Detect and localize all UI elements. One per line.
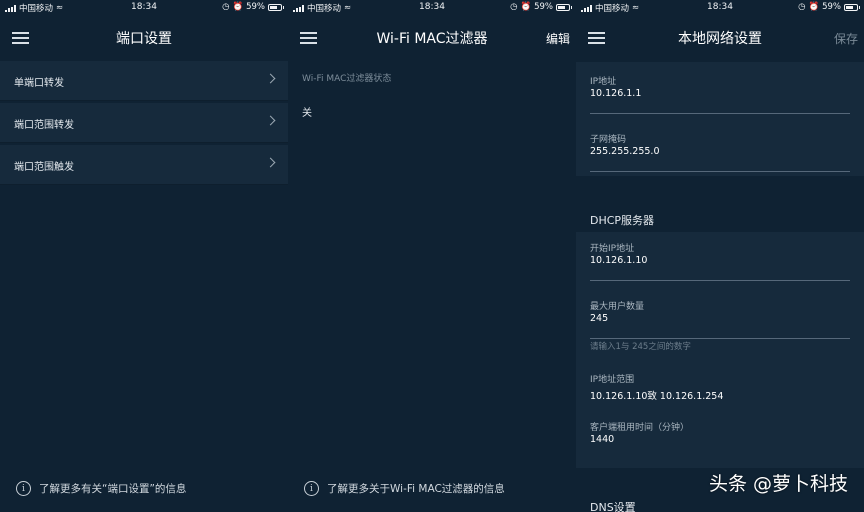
nav-bar: 端口设置 xyxy=(0,14,288,60)
list-item-port-range-forwarding[interactable]: 端口范围转发 xyxy=(0,103,288,143)
mac-filter-status-label: Wi-Fi MAC过滤器状态 xyxy=(302,74,392,84)
alarm-icon: ⏰ xyxy=(808,2,820,12)
subnet-mask-label: 子网掩码 xyxy=(590,135,627,145)
max-users-field[interactable]: 最大用户数量 245 xyxy=(590,299,850,339)
dhcp-card: 开始IP地址 10.126.1.10 最大用户数量 245 请输入1与 245之… xyxy=(576,232,864,468)
list-item-single-port-forwarding[interactable]: 单端口转发 xyxy=(0,61,288,101)
ip-range-field: IP地址范围 10.126.1.10致 10.126.1.254 xyxy=(590,372,850,412)
watermark: 头条 @萝卜科技 xyxy=(708,473,848,495)
max-users-hint: 请输入1与 245之间的数字 xyxy=(590,342,691,352)
list-item-label: 单端口转发 xyxy=(14,78,64,89)
dhcp-section-title: DHCP服务器 xyxy=(590,214,655,227)
page-title: 本地网络设置 xyxy=(678,31,762,47)
battery-percent: 59% xyxy=(534,2,553,12)
alarm-icon: ⏰ xyxy=(520,2,532,12)
status-bar: 中国移动 ≈ 18:34 ◷ ⏰ 59% xyxy=(576,0,864,14)
list-item-label: 端口范围转发 xyxy=(14,120,74,131)
info-icon: i xyxy=(304,481,319,496)
dns-section-title: DNS设置 xyxy=(590,501,636,512)
subnet-mask-value: 255.255.255.0 xyxy=(590,146,660,157)
nav-bar: Wi-Fi MAC过滤器 编辑 xyxy=(288,14,576,60)
page-title: Wi-Fi MAC过滤器 xyxy=(376,31,488,47)
max-users-label: 最大用户数量 xyxy=(590,302,645,312)
orientation-lock-icon: ◷ xyxy=(798,2,806,12)
mac-filter-screen: 中国移动 ≈ 18:34 ◷ ⏰ 59% Wi-Fi MAC过滤器 编辑 Wi-… xyxy=(288,0,576,512)
learn-more-text: 了解更多有关“端口设置”的信息 xyxy=(39,483,187,495)
save-button[interactable]: 保存 xyxy=(834,30,858,47)
orientation-lock-icon: ◷ xyxy=(222,2,230,12)
ip-address-field[interactable]: IP地址 10.126.1.1 xyxy=(590,74,850,114)
start-ip-field[interactable]: 开始IP地址 10.126.1.10 xyxy=(590,241,850,281)
local-network-screen: 中国移动 ≈ 18:34 ◷ ⏰ 59% 本地网络设置 保存 IP地址 10.1… xyxy=(576,0,864,512)
battery-percent: 59% xyxy=(246,2,265,12)
chevron-right-icon xyxy=(265,115,276,126)
ip-address-label: IP地址 xyxy=(590,77,617,87)
ip-range-value: 10.126.1.10致 10.126.1.254 xyxy=(590,391,724,402)
screenshots-collage: 中国移动 ≈ 18:34 ◷ ⏰ 59% 端口设置 单端口转发 端口范围转发 端… xyxy=(0,0,864,512)
list-item-port-range-triggering[interactable]: 端口范围触发 xyxy=(0,145,288,185)
ip-address-value: 10.126.1.1 xyxy=(590,88,642,99)
battery-percent: 59% xyxy=(822,2,841,12)
alarm-icon: ⏰ xyxy=(232,2,244,12)
battery-icon xyxy=(556,3,572,11)
subnet-mask-field[interactable]: 子网掩码 255.255.255.0 xyxy=(590,132,850,172)
info-icon: i xyxy=(16,481,31,496)
mac-filter-status-value: 关 xyxy=(302,108,312,119)
lease-time-value: 1440 xyxy=(590,434,615,445)
start-ip-value: 10.126.1.10 xyxy=(590,255,648,266)
battery-icon xyxy=(268,3,284,11)
orientation-lock-icon: ◷ xyxy=(510,2,518,12)
ip-range-label: IP地址范围 xyxy=(590,375,635,385)
chevron-right-icon xyxy=(265,73,276,84)
lease-time-field[interactable]: 客户端租用时间（分钟） 1440 xyxy=(590,420,850,460)
port-settings-screen: 中国移动 ≈ 18:34 ◷ ⏰ 59% 端口设置 单端口转发 端口范围转发 端… xyxy=(0,0,288,512)
learn-more-link[interactable]: i 了解更多关于Wi-Fi MAC过滤器的信息 xyxy=(304,481,505,496)
ip-settings-card: IP地址 10.126.1.1 子网掩码 255.255.255.0 xyxy=(576,62,864,176)
status-bar: 中国移动 ≈ 18:34 ◷ ⏰ 59% xyxy=(288,0,576,14)
page-title: 端口设置 xyxy=(116,31,172,47)
list-item-label: 端口范围触发 xyxy=(14,162,74,173)
learn-more-text: 了解更多关于Wi-Fi MAC过滤器的信息 xyxy=(327,483,505,495)
max-users-value: 245 xyxy=(590,313,609,324)
nav-bar: 本地网络设置 保存 xyxy=(576,14,864,60)
lease-time-label: 客户端租用时间（分钟） xyxy=(590,423,690,433)
edit-button[interactable]: 编辑 xyxy=(546,30,570,47)
learn-more-link[interactable]: i 了解更多有关“端口设置”的信息 xyxy=(16,481,186,496)
chevron-right-icon xyxy=(265,157,276,168)
start-ip-label: 开始IP地址 xyxy=(590,244,635,254)
battery-icon xyxy=(844,3,860,11)
status-bar: 中国移动 ≈ 18:34 ◷ ⏰ 59% xyxy=(0,0,288,14)
